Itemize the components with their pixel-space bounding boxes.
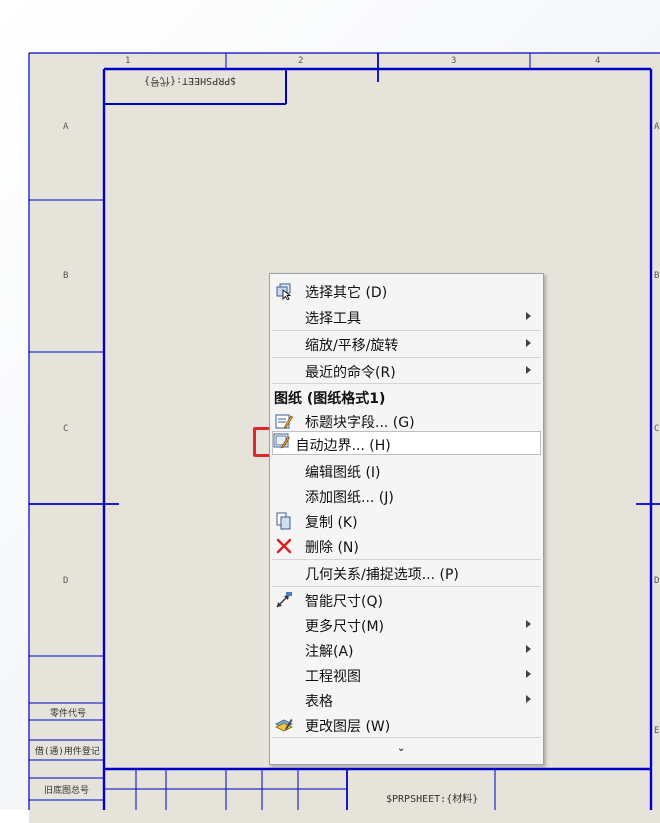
row-label-a: A — [63, 122, 69, 132]
row-label-b: B — [63, 271, 69, 281]
menu-item-label: 更多尺寸(M) — [305, 619, 385, 635]
change-layer-icon — [275, 716, 293, 734]
auto-border-icon — [273, 433, 295, 454]
smart-dimension-icon — [275, 591, 293, 609]
menu-item-label: 编辑图纸 (I) — [305, 465, 381, 481]
menu-item-title-block-fields[interactable]: 标题块字段... (G) — [272, 408, 541, 432]
column-label-3: 3 — [451, 56, 457, 66]
select-other-icon — [275, 282, 293, 301]
submenu-arrow-icon — [526, 366, 531, 374]
menu-item-relations-snaps[interactable]: 几何关系/捕捉选项... (P) — [272, 560, 541, 584]
menu-item-label: 表格 — [305, 694, 333, 710]
delete-icon — [275, 537, 293, 555]
right-row-label-e: E — [654, 726, 660, 736]
right-row-label-a: A — [654, 122, 660, 132]
menu-section-header: 图纸 (图纸格式1) — [274, 391, 386, 407]
submenu-arrow-icon — [526, 695, 531, 703]
menu-separator — [272, 383, 541, 384]
menu-item-recent-commands[interactable]: 最近的命令(R) — [272, 358, 541, 382]
menu-item-zoom-pan-rotate[interactable]: 缩放/平移/旋转 — [272, 331, 541, 355]
submenu-arrow-icon — [526, 645, 531, 653]
old-drawing-number-label: 旧底图总号 — [44, 786, 90, 796]
menu-item-label: 几何关系/捕捉选项... (P) — [305, 567, 459, 583]
right-row-label-c: C — [654, 424, 660, 434]
copy-icon — [275, 512, 293, 530]
drawing-canvas[interactable]: 1 2 3 4 A B C D A B C D E $PRPSHEET:{代号}… — [0, 0, 660, 823]
context-menu: 选择其它 (D) 选择工具 缩放/平移/旋转 最近的命令(R) 图纸 (图纸格式… — [269, 273, 544, 765]
menu-item-label: 删除 (N) — [305, 540, 359, 556]
submenu-arrow-icon — [526, 339, 531, 347]
menu-item-select-other[interactable]: 选择其它 (D) — [272, 278, 541, 302]
menu-item-more-dimensions[interactable]: 更多尺寸(M) — [272, 612, 541, 636]
menu-item-copy[interactable]: 复制 (K) — [272, 508, 541, 532]
menu-item-label: 工程视图 — [305, 669, 361, 685]
part-code-label: 零件代号 — [50, 709, 87, 719]
menu-item-drawing-views[interactable]: 工程视图 — [272, 662, 541, 686]
menu-item-label: 智能尺寸(Q) — [305, 594, 383, 610]
menu-item-label: 选择其它 (D) — [305, 285, 388, 301]
title-block-icon — [275, 412, 293, 430]
menu-item-tables[interactable]: 表格 — [272, 687, 541, 711]
submenu-arrow-icon — [526, 620, 531, 628]
menu-item-auto-border[interactable]: 自动边界... (H) — [272, 431, 541, 455]
right-row-label-b: B — [654, 271, 660, 281]
menu-item-add-sheet[interactable]: 添加图纸... (J) — [272, 483, 541, 507]
submenu-arrow-icon — [526, 670, 531, 678]
menu-item-smart-dimension[interactable]: 智能尺寸(Q) — [272, 587, 541, 611]
submenu-arrow-icon — [526, 312, 531, 320]
row-label-c: C — [63, 424, 69, 434]
right-row-label-d: D — [654, 576, 660, 586]
drawing-number-field: $PRPSHEET:{代号} — [144, 75, 237, 86]
menu-item-label: 复制 (K) — [305, 515, 358, 531]
expand-more-icon[interactable]: ⌄ — [397, 743, 405, 754]
menu-item-label: 注解(A) — [305, 644, 354, 660]
column-label-4: 4 — [595, 56, 601, 66]
menu-item-change-layer[interactable]: 更改图层 (W) — [272, 712, 541, 736]
row-label-d: D — [63, 576, 69, 586]
menu-item-annotations[interactable]: 注解(A) — [272, 637, 541, 661]
menu-item-label: 标题块字段... (G) — [305, 415, 415, 431]
material-field: $PRPSHEET:{材料} — [386, 794, 479, 805]
column-label-2: 2 — [298, 56, 304, 66]
menu-item-select-tools[interactable]: 选择工具 — [272, 304, 541, 328]
menu-item-edit-sheet[interactable]: 编辑图纸 (I) — [272, 458, 541, 482]
borrowed-part-label: 借(通)用件登记 — [35, 747, 100, 757]
menu-item-label: 添加图纸... (J) — [305, 490, 394, 506]
menu-item-label: 自动边界... (H) — [295, 438, 391, 454]
menu-separator — [272, 737, 541, 738]
menu-item-label: 选择工具 — [305, 311, 361, 327]
menu-item-label: 最近的命令(R) — [305, 365, 396, 381]
menu-item-label: 更改图层 (W) — [305, 719, 391, 735]
menu-item-label: 缩放/平移/旋转 — [305, 338, 399, 354]
column-label-1: 1 — [125, 56, 131, 66]
menu-item-delete[interactable]: 删除 (N) — [272, 533, 541, 557]
